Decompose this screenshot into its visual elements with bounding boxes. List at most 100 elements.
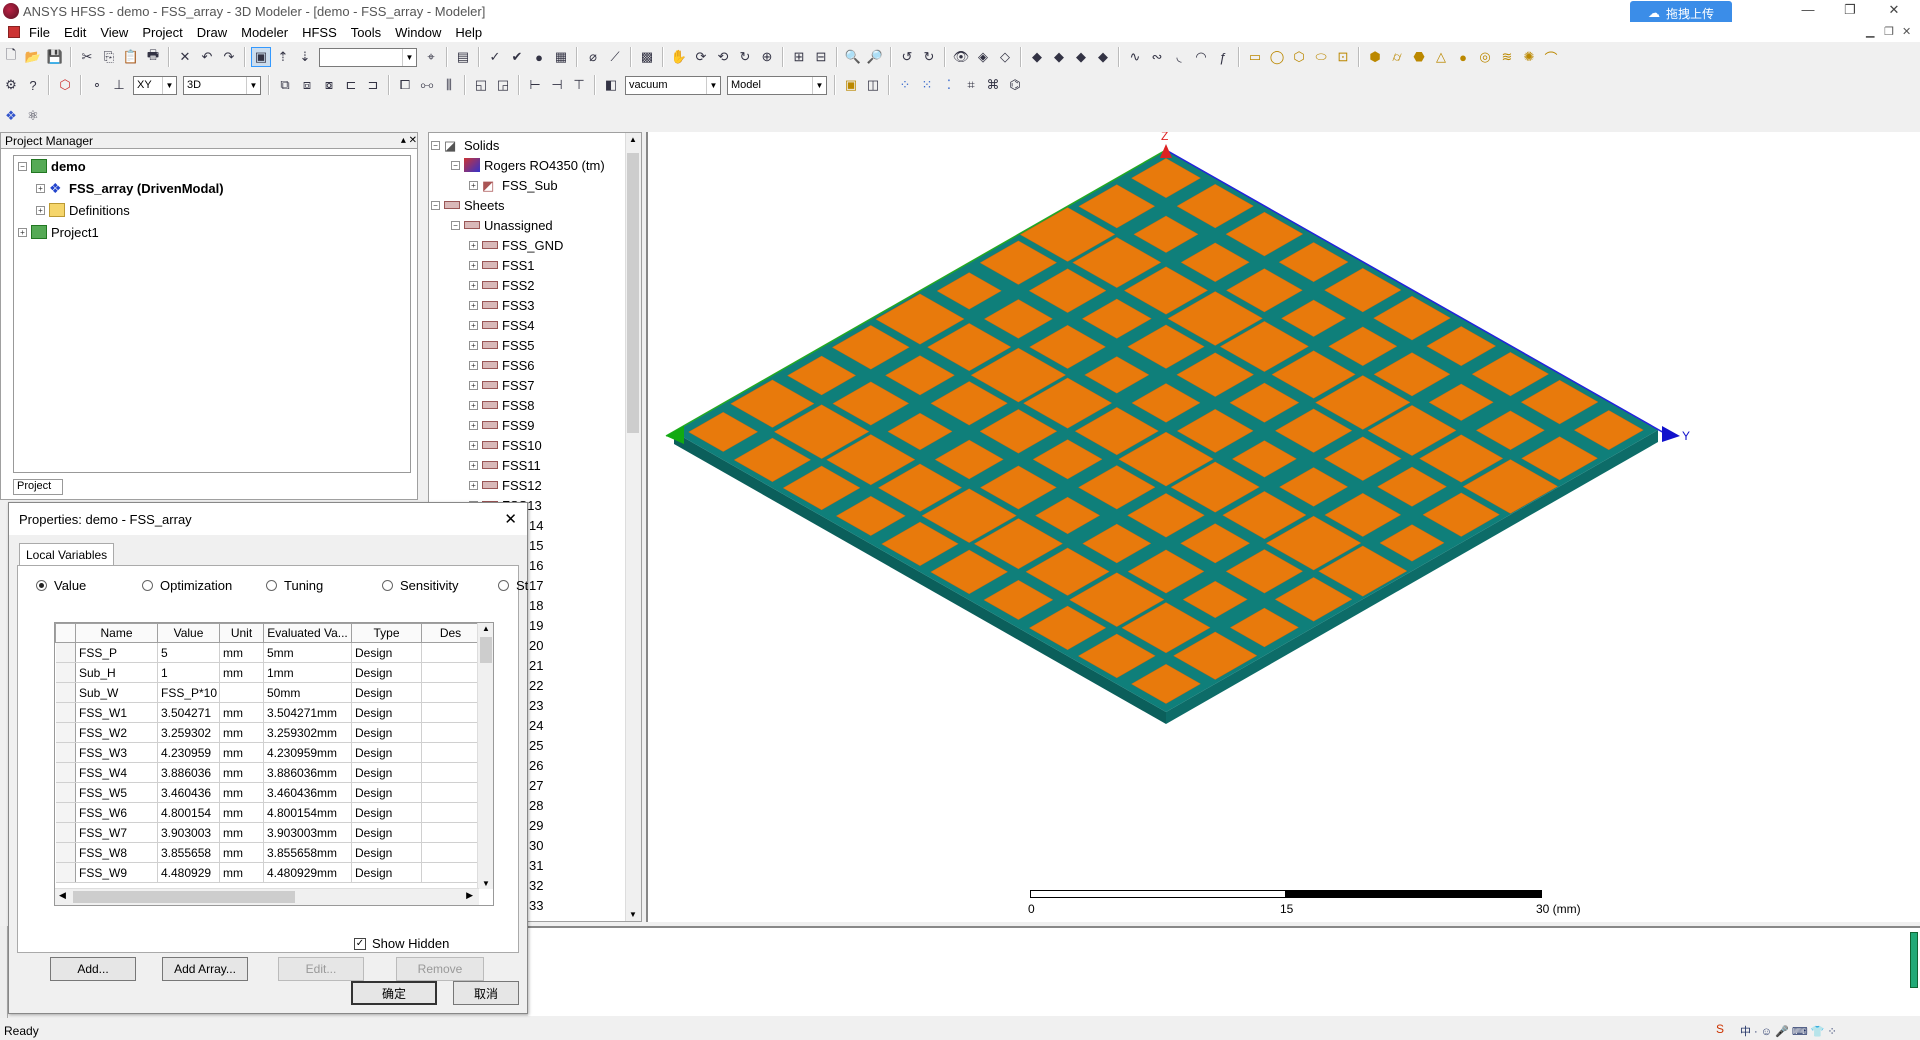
thicken-icon[interactable]: ◲ xyxy=(493,75,513,95)
minimize-icon[interactable]: — xyxy=(1798,2,1818,17)
tree-node-sheet[interactable]: + FSS8 xyxy=(469,395,535,415)
tree-node-sheet-fragment[interactable]: 30 xyxy=(529,835,543,855)
table-row[interactable]: FSS_W6 4.800154 mm 4.800154mm Design xyxy=(55,802,480,823)
results-icon[interactable]: ▦ xyxy=(551,47,571,67)
analyze-icon[interactable]: ✔ xyxy=(507,47,527,67)
line-icon[interactable]: ∿ xyxy=(1125,47,1145,67)
column-value[interactable]: Value xyxy=(157,623,220,643)
var-name-cell[interactable]: FSS_W5 xyxy=(75,782,158,803)
tree-node-sheet-fragment[interactable]: 15 xyxy=(529,535,543,555)
align-3-icon[interactable]: ⊤ xyxy=(569,75,589,95)
grid-hscroll-thumb[interactable] xyxy=(73,891,295,903)
move-up-icon[interactable]: ⇡ xyxy=(273,47,293,67)
tree-scroll-thumb[interactable] xyxy=(627,153,639,433)
scroll-down-icon[interactable]: ▼ xyxy=(629,910,637,919)
collapse-icon[interactable]: − xyxy=(18,161,27,171)
add-array-button[interactable]: Add Array... xyxy=(162,957,248,981)
fit-all-icon[interactable]: ⊞ xyxy=(789,47,809,67)
spiral-icon[interactable]: ✺ xyxy=(1519,47,1539,67)
arc-icon[interactable]: ◟ xyxy=(1169,47,1189,67)
var-name-cell[interactable]: FSS_W4 xyxy=(75,762,158,783)
grid-vertical-scrollbar[interactable]: ▲ ▼ xyxy=(477,623,493,889)
menu-view[interactable]: View xyxy=(93,25,135,40)
cylinder-icon[interactable]: ⌭ xyxy=(1387,47,1407,67)
menu-file[interactable]: File xyxy=(22,25,57,40)
model-check-icon[interactable]: ⚙ xyxy=(1,75,21,95)
tree-node-sheets[interactable]: − Sheets xyxy=(431,195,504,215)
collapse-icon[interactable]: − xyxy=(431,140,440,150)
subtract-icon[interactable]: ⧈ xyxy=(297,75,317,95)
tree-node-sheet[interactable]: + FSS2 xyxy=(469,275,535,295)
var-name-cell[interactable]: FSS_W6 xyxy=(75,802,158,823)
var-name-cell[interactable]: FSS_P xyxy=(75,642,158,663)
menu-help[interactable]: Help xyxy=(448,25,489,40)
measure-icon[interactable]: ⌖ xyxy=(421,47,441,67)
menu-window[interactable]: Window xyxy=(388,25,448,40)
tree-node-sheet[interactable]: + FSS9 xyxy=(469,415,535,435)
torus-icon[interactable]: ◎ xyxy=(1475,47,1495,67)
expand-icon[interactable]: + xyxy=(36,205,45,215)
row-header[interactable] xyxy=(55,862,76,883)
var-value-cell[interactable]: 3.855658 xyxy=(157,842,220,863)
tree-node-sheet-fragment[interactable]: 25 xyxy=(529,735,543,755)
tree-node-sheet-fragment[interactable]: 22 xyxy=(529,675,543,695)
menu-project[interactable]: Project xyxy=(135,25,189,40)
row-header[interactable] xyxy=(55,802,76,823)
pan-icon[interactable]: ✋ xyxy=(669,47,689,67)
var-description-cell[interactable] xyxy=(421,722,480,743)
solution-icon[interactable]: ● xyxy=(529,47,549,67)
tree-node-demo[interactable]: − demo xyxy=(18,156,86,176)
hfss-design-icon[interactable]: ❖ xyxy=(1,106,21,126)
collapse-icon[interactable]: − xyxy=(451,220,460,230)
tree-node-sheet[interactable]: + FSS6 xyxy=(469,355,535,375)
var-description-cell[interactable] xyxy=(421,682,480,703)
tree-node-sheet-fragment[interactable]: 33 xyxy=(529,895,543,915)
menu-modeler[interactable]: Modeler xyxy=(234,25,295,40)
grid-icon[interactable]: ▩ xyxy=(637,47,657,67)
field-overlay-icon[interactable]: ⌀ xyxy=(583,47,603,67)
split-icon[interactable]: ⊏ xyxy=(341,75,361,95)
var-unit-cell[interactable]: mm xyxy=(219,702,264,723)
var-description-cell[interactable] xyxy=(421,862,480,883)
restore-icon[interactable]: ❐ xyxy=(1840,2,1860,18)
delete-icon[interactable]: ✕ xyxy=(175,47,195,67)
var-unit-cell[interactable]: mm xyxy=(219,762,264,783)
var-name-cell[interactable]: Sub_H xyxy=(75,662,158,683)
var-unit-cell[interactable]: mm xyxy=(219,722,264,743)
snap-4-icon[interactable]: ⌗ xyxy=(961,75,981,95)
var-description-cell[interactable] xyxy=(421,802,480,823)
insert-design-icon[interactable]: ⚛ xyxy=(23,106,43,126)
table-row[interactable]: FSS_W2 3.259302 mm 3.259302mm Design xyxy=(55,722,480,743)
var-unit-cell[interactable] xyxy=(219,682,264,703)
paste-icon[interactable]: 📋 xyxy=(121,47,141,67)
expand-icon[interactable]: + xyxy=(469,180,478,190)
tree-node-fss-sub[interactable]: + ◩ FSS_Sub xyxy=(469,175,558,195)
view-forward-icon[interactable]: ↻ xyxy=(919,47,939,67)
table-row[interactable]: FSS_W5 3.460436 mm 3.460436mm Design xyxy=(55,782,480,803)
row-header[interactable] xyxy=(55,842,76,863)
spline-icon[interactable]: ∾ xyxy=(1147,47,1167,67)
fit-selection-icon[interactable]: ⊟ xyxy=(811,47,831,67)
rectangle-icon[interactable]: ▭ xyxy=(1245,47,1265,67)
region-open-icon[interactable]: ◫ xyxy=(863,75,883,95)
var-unit-cell[interactable]: mm xyxy=(219,782,264,803)
table-row[interactable]: FSS_W3 4.230959 mm 4.230959mm Design xyxy=(55,742,480,763)
redo-icon[interactable]: ↷ xyxy=(219,47,239,67)
var-unit-cell[interactable]: mm xyxy=(219,662,264,683)
column-name[interactable]: Name xyxy=(75,623,158,643)
table-row[interactable]: FSS_W4 3.886036 mm 3.886036mm Design xyxy=(55,762,480,783)
plane-select[interactable]: XY ▼ xyxy=(133,75,177,95)
tree-node-project1[interactable]: + Project1 xyxy=(18,222,99,242)
cut-icon[interactable]: ✂ xyxy=(77,47,97,67)
var-unit-cell[interactable]: mm xyxy=(219,822,264,843)
table-row[interactable]: Sub_H 1 mm 1mm Design xyxy=(55,662,480,683)
row-header[interactable] xyxy=(55,662,76,683)
radio-statistics[interactable]: St xyxy=(498,578,528,593)
snap-3-icon[interactable]: ⁚ xyxy=(939,75,959,95)
var-value-cell[interactable]: 3.903003 xyxy=(157,822,220,843)
duplicate-around-icon[interactable]: ⧟ xyxy=(417,75,437,95)
tree-node-solids[interactable]: − ◪ Solids xyxy=(431,135,499,155)
table-row[interactable]: FSS_W1 3.504271 mm 3.504271mm Design xyxy=(55,702,480,723)
tree-node-sheet-fragment[interactable]: 28 xyxy=(529,795,543,815)
snap-5-icon[interactable]: ⌘ xyxy=(983,75,1003,95)
